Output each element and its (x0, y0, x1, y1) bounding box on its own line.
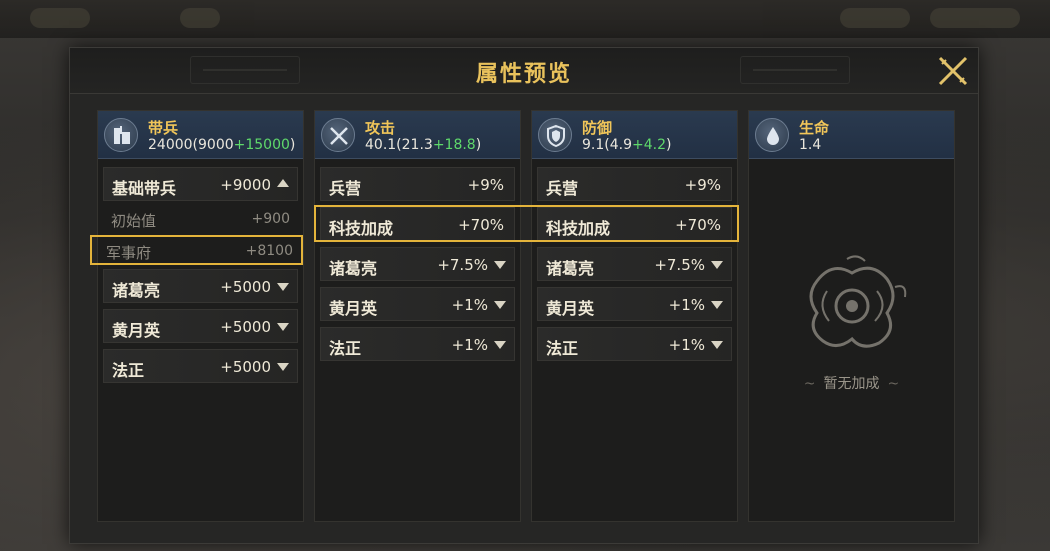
column-total: 1.4 (799, 137, 822, 153)
panel-title: 属性预览 (475, 61, 572, 87)
subrow-value: +900 (251, 211, 290, 227)
empty-state-text: ~ 暂无加成 ~ (803, 376, 900, 392)
row-value: +1% (668, 336, 705, 354)
row-hero-huang-yueying[interactable]: 黄月英 +1% (537, 287, 732, 321)
row-value: +7.5% (437, 256, 488, 274)
row-base-troops[interactable]: 基础带兵 +9000 (103, 167, 298, 201)
expand-arrow-icon[interactable] (277, 323, 289, 331)
row-label: 诸葛亮 (329, 259, 378, 278)
column-header: 生命 1.4 (749, 111, 954, 159)
row-value: +7.5% (654, 256, 705, 274)
expand-arrow-icon[interactable] (494, 261, 506, 269)
column-defense: 防御 9.1(4.9+4.2) 兵营 +9% 科技加成 +70% 诸葛亮 +7.… (531, 110, 738, 522)
row-value: +9% (684, 176, 721, 194)
row-value: +70% (675, 216, 721, 234)
column-header: 攻击 40.1(21.3+18.8) (315, 111, 520, 159)
close-icon (938, 56, 968, 86)
column-troops: 带兵 24000(9000+15000) 基础带兵 +9000 初始值 +900… (90, 110, 304, 522)
row-value: +9% (467, 176, 504, 194)
column-total: 40.1(21.3+18.8) (365, 137, 482, 153)
row-label: 兵营 (329, 179, 362, 198)
row-hero-huang-yueying[interactable]: 黄月英 +5000 (103, 309, 298, 343)
expand-arrow-icon[interactable] (277, 283, 289, 291)
row-label: 基础带兵 (112, 179, 177, 198)
row-value: +1% (451, 296, 488, 314)
row-label: 科技加成 (546, 219, 611, 238)
expand-arrow-icon[interactable] (494, 341, 506, 349)
collapse-arrow-icon[interactable] (277, 179, 289, 187)
row-hero-zhuge-liang[interactable]: 诸葛亮 +7.5% (537, 247, 732, 281)
game-top-bar (0, 0, 1050, 38)
soldier-icon (104, 118, 138, 152)
row-value: +70% (458, 216, 504, 234)
column-total: 24000(9000+15000) (148, 137, 296, 153)
row-value: +9000 (220, 176, 271, 194)
row-hero-fa-zheng[interactable]: 法正 +5000 (103, 349, 298, 383)
shield-icon (538, 118, 572, 152)
column-title: 生命 (799, 119, 830, 137)
subrow-initial-value: 初始值 +900 (103, 205, 298, 233)
row-hero-fa-zheng[interactable]: 法正 +1% (537, 327, 732, 361)
row-label: 法正 (546, 339, 579, 358)
column-header: 防御 9.1(4.9+4.2) (532, 111, 737, 159)
subrow-military-office: 军事府 +8100 (90, 235, 303, 265)
row-value: +1% (668, 296, 705, 314)
row-tech-bonus: 科技加成 +70% (537, 207, 732, 241)
dragon-emblem-icon (809, 255, 906, 348)
column-attack: 攻击 40.1(21.3+18.8) 兵营 +9% 科技加成 +70% 诸葛亮 … (314, 110, 521, 522)
row-barracks: 兵营 +9% (320, 167, 515, 201)
row-label: 诸葛亮 (546, 259, 595, 278)
row-label: 黄月英 (546, 299, 595, 318)
row-label: 科技加成 (329, 219, 394, 238)
row-hero-zhuge-liang[interactable]: 诸葛亮 +5000 (103, 269, 298, 303)
row-value: +5000 (220, 318, 271, 336)
row-tech-bonus: 科技加成 +70% (320, 207, 515, 241)
row-label: 黄月英 (112, 321, 161, 340)
row-label: 诸葛亮 (112, 281, 161, 300)
column-title: 防御 (582, 119, 613, 137)
row-value: +1% (451, 336, 488, 354)
expand-arrow-icon[interactable] (711, 301, 723, 309)
crossed-swords-icon (321, 118, 355, 152)
row-label: 法正 (329, 339, 362, 358)
expand-arrow-icon[interactable] (494, 301, 506, 309)
empty-state: ~ 暂无加成 ~ (749, 251, 954, 392)
droplet-icon (755, 118, 789, 152)
close-button[interactable] (936, 54, 970, 88)
row-value: +5000 (220, 278, 271, 296)
subrow-value: +8100 (245, 243, 293, 259)
row-label: 兵营 (546, 179, 579, 198)
row-barracks: 兵营 +9% (537, 167, 732, 201)
column-title: 带兵 (148, 119, 179, 137)
row-hero-zhuge-liang[interactable]: 诸葛亮 +7.5% (320, 247, 515, 281)
subrow-label: 初始值 (111, 212, 157, 230)
column-header: 带兵 24000(9000+15000) (98, 111, 303, 159)
row-label: 法正 (112, 361, 145, 380)
panel-header: 属性预览 (70, 48, 978, 94)
attribute-preview-panel: 属性预览 带兵 24000(9000+15000) 基础带兵 +9000 初始值… (69, 47, 979, 544)
column-total: 9.1(4.9+4.2) (582, 137, 672, 153)
row-hero-huang-yueying[interactable]: 黄月英 +1% (320, 287, 515, 321)
row-hero-fa-zheng[interactable]: 法正 +1% (320, 327, 515, 361)
expand-arrow-icon[interactable] (711, 341, 723, 349)
column-health: 生命 1.4 ~ 暂无加成 ~ (748, 110, 955, 522)
row-value: +5000 (220, 358, 271, 376)
expand-arrow-icon[interactable] (277, 363, 289, 371)
row-label: 黄月英 (329, 299, 378, 318)
subrow-label: 军事府 (106, 244, 152, 262)
expand-arrow-icon[interactable] (711, 261, 723, 269)
column-title: 攻击 (365, 119, 396, 137)
